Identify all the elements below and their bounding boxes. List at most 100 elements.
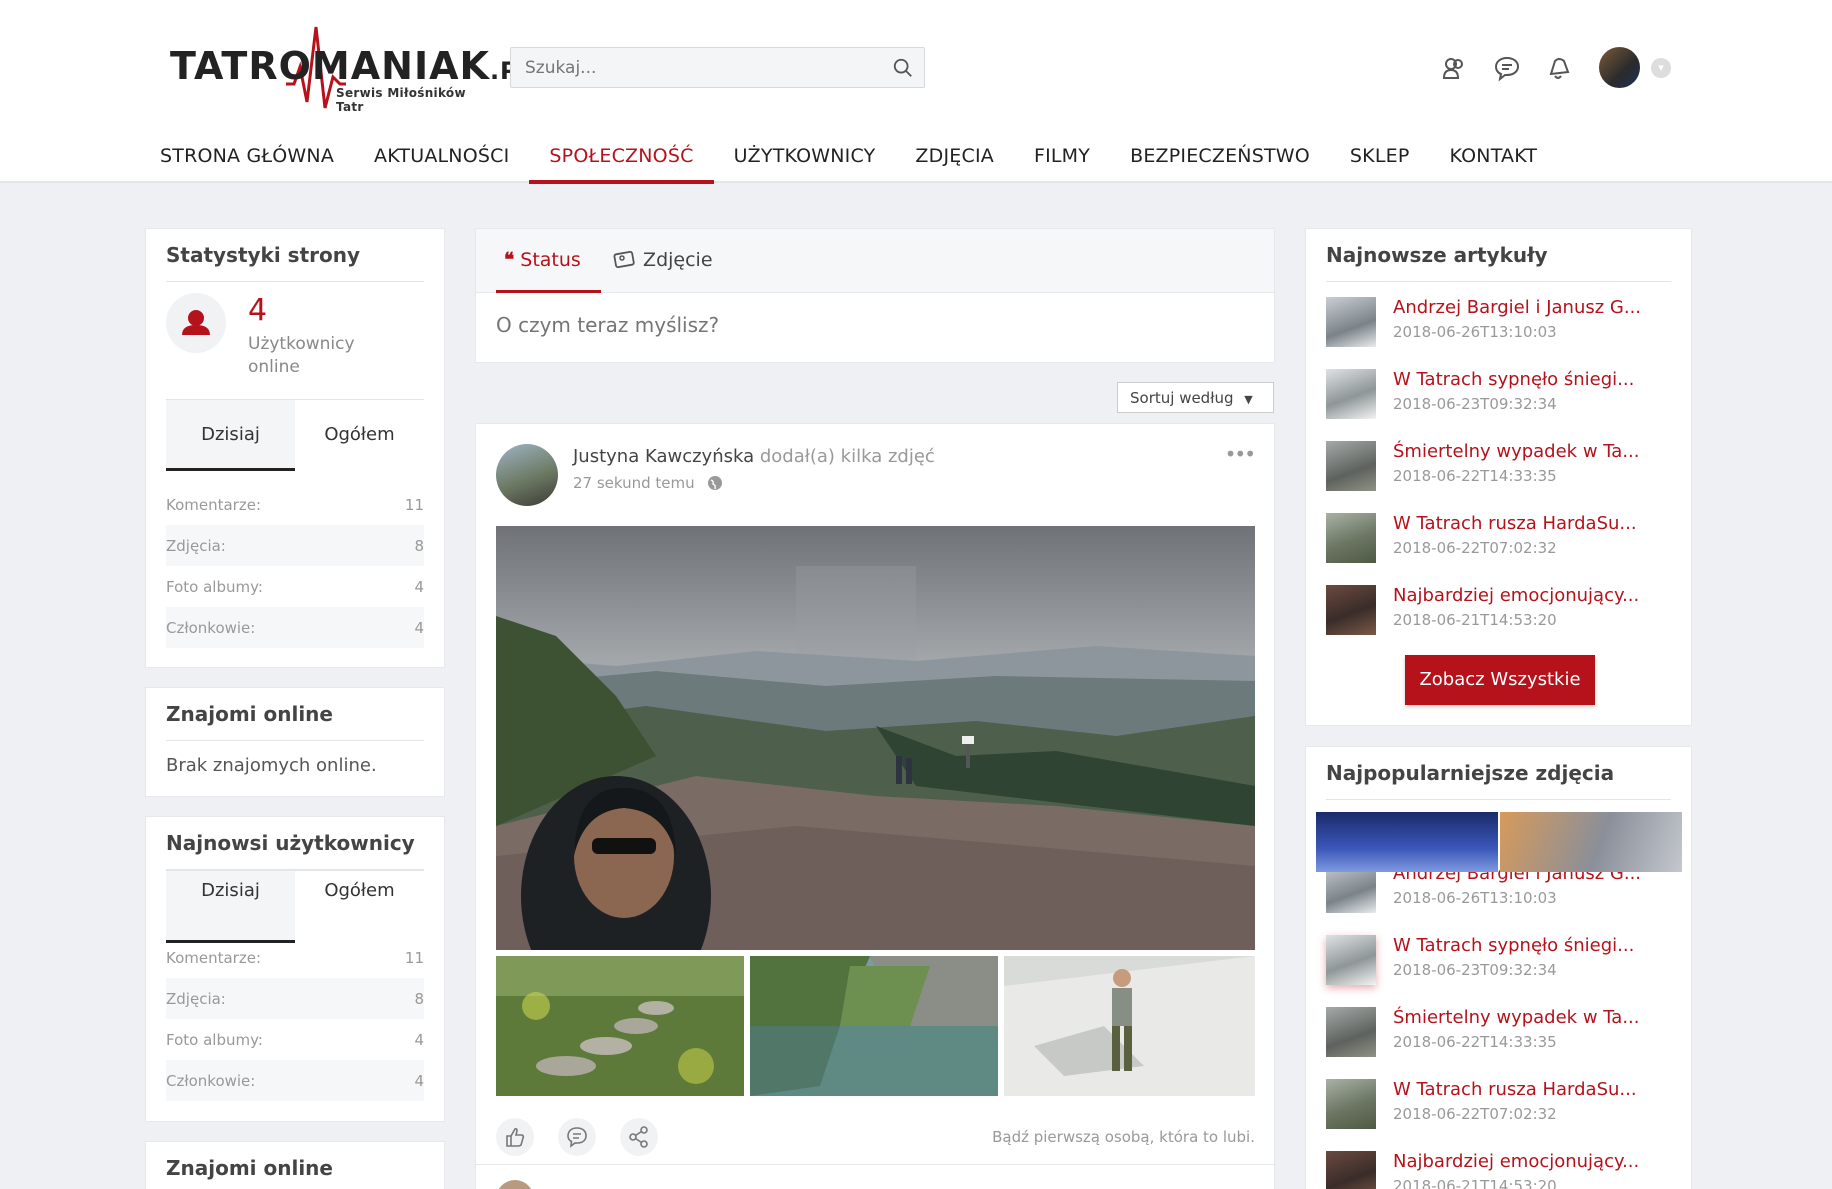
article-thumbnail[interactable]: [1326, 369, 1376, 419]
quote-icon: ❝: [504, 249, 515, 271]
card-title: Najnowsze artykuły: [1306, 229, 1691, 282]
photo-title[interactable]: Śmiertelny wypadek w Ta...: [1393, 1007, 1639, 1028]
stat-row: Zdjęcia: 8: [166, 978, 424, 1019]
mountain-landscape-photo: [496, 526, 1255, 950]
site-logo[interactable]: TATROMANIAK.PL Serwis Miłośników Tatr: [170, 22, 534, 114]
stat-row: Foto albumy: 4: [166, 1030, 424, 1049]
like-button[interactable]: [496, 1118, 534, 1156]
post-photo-main[interactable]: [496, 526, 1255, 950]
post-photo-thumb[interactable]: [496, 956, 744, 1096]
popular-photos-card: Najpopularniejsze zdjęcia Andrzej Bargie…: [1305, 746, 1692, 1189]
friends-icon[interactable]: [1440, 54, 1468, 82]
status-input[interactable]: [496, 313, 1256, 337]
nav-item-photos[interactable]: ZDJĘCIA: [895, 134, 1014, 184]
article-thumbnail[interactable]: [1326, 513, 1376, 563]
nav-item-contact[interactable]: KONTAKT: [1430, 134, 1558, 184]
nav-item-home[interactable]: STRONA GŁÓWNA: [140, 134, 354, 184]
stat-row: Zdjęcia: 8: [166, 525, 424, 566]
popular-photo-sunset-clouds[interactable]: [1500, 812, 1682, 872]
newest-users-card: Najnowsi użytkownicy Dzisiaj Ogółem Kome…: [145, 816, 445, 1122]
stat-row: Komentarze: 11: [166, 495, 424, 514]
notifications-icon[interactable]: [1545, 54, 1573, 82]
nav-item-news[interactable]: AKTUALNOŚCI: [354, 134, 529, 184]
share-button[interactable]: [620, 1118, 658, 1156]
likes-summary: Bądź pierwszą osobą, która to lubi.: [992, 1128, 1255, 1146]
comment-icon: [567, 1127, 587, 1148]
next-post-avatar[interactable]: [496, 1180, 534, 1189]
friends-online-empty: Brak znajomych online.: [166, 755, 377, 776]
search-icon[interactable]: [892, 57, 914, 79]
nav-item-community[interactable]: SPOŁECZNOŚĆ: [529, 134, 714, 184]
nav-item-shop[interactable]: SKLEP: [1330, 134, 1430, 184]
card-title: Znajomi online: [166, 1156, 333, 1180]
photo-icon: [613, 250, 635, 269]
post-author-avatar[interactable]: [496, 444, 558, 506]
composer-tabs: ❝ Status Zdjęcie: [476, 229, 1274, 293]
article-title[interactable]: Śmiertelny wypadek w Ta...: [1393, 441, 1639, 462]
logo-wordmark: TATROMANIAK.PL: [170, 44, 534, 88]
newest-users-list: Komentarze: 11 Zdjęcia: 8 Foto albumy: 4 Cz…: [166, 937, 424, 1101]
article-title[interactable]: W Tatrach sypnęło śniegi...: [1393, 369, 1634, 390]
logo-tagline: Serwis Miłośników Tatr: [336, 86, 466, 114]
photo-date: 2018-06-23T09:32:34: [1393, 961, 1557, 979]
article-date: 2018-06-22T07:02:32: [1393, 539, 1557, 557]
article-thumbnail[interactable]: [1326, 441, 1376, 491]
card-title: Najpopularniejsze zdjęcia: [1306, 747, 1691, 800]
post-timestamp[interactable]: 27 sekund temu: [573, 474, 695, 492]
photo-title[interactable]: Najbardziej emocjonujący...: [1393, 1151, 1639, 1172]
online-count: 4: [248, 293, 268, 328]
tab-overall[interactable]: Ogółem: [295, 400, 424, 471]
globe-icon: [708, 476, 723, 490]
article-thumbnail[interactable]: [1326, 585, 1376, 635]
card-title: Najnowsi użytkownicy: [146, 817, 444, 870]
newest-users-tabs: Dzisiaj Ogółem: [166, 870, 424, 943]
see-all-button[interactable]: Zobacz Wszystkie: [1405, 655, 1595, 705]
chevron-down-icon[interactable]: ▾: [1651, 58, 1671, 78]
photo-title[interactable]: W Tatrach sypnęło śniegi...: [1393, 935, 1634, 956]
post-photo-thumb[interactable]: [1004, 956, 1255, 1096]
mountain-lake-photo: [750, 956, 998, 1096]
online-label: Użytkownicy online: [248, 334, 355, 377]
post-photo-thumb[interactable]: [750, 956, 998, 1096]
article-title[interactable]: W Tatrach rusza HardaSu...: [1393, 513, 1637, 534]
photo-thumbnail[interactable]: [1326, 935, 1376, 985]
tab-today[interactable]: Dzisiaj: [166, 400, 295, 471]
search-input[interactable]: [511, 48, 871, 87]
article-thumbnail[interactable]: [1326, 297, 1376, 347]
tab-today[interactable]: Dzisiaj: [166, 871, 295, 943]
tab-status[interactable]: ❝ Status: [496, 229, 601, 293]
article-title[interactable]: Najbardziej emocjonujący...: [1393, 585, 1639, 606]
user-avatar[interactable]: [1599, 47, 1640, 88]
card-title: Statystyki strony: [146, 229, 444, 282]
comment-button[interactable]: [558, 1118, 596, 1156]
photo-thumbnail[interactable]: [1326, 1151, 1376, 1189]
stats-tabs: Dzisiaj Ogółem: [166, 399, 424, 471]
messages-icon[interactable]: [1493, 54, 1521, 82]
photo-date: 2018-06-22T07:02:32: [1393, 1105, 1557, 1123]
friends-online-card: Znajomi online Brak znajomych online.: [145, 687, 445, 797]
share-icon: [629, 1126, 648, 1148]
divider: [476, 1164, 1276, 1165]
stat-row: Członkowie: 4: [166, 1060, 424, 1101]
feed-post: Justyna Kawczyńska dodał(a) kilka zdjęć …: [475, 423, 1276, 1189]
photo-thumbnail[interactable]: [1326, 1007, 1376, 1057]
nav-item-users[interactable]: UŻYTKOWNICY: [714, 134, 896, 184]
photo-thumbnail[interactable]: [1326, 1079, 1376, 1129]
popular-photo-night-mountains[interactable]: [1316, 812, 1498, 872]
article-date: 2018-06-22T14:33:35: [1393, 467, 1557, 485]
article-date: 2018-06-21T14:53:20: [1393, 611, 1557, 629]
article-title[interactable]: Andrzej Bargiel i Janusz G...: [1393, 297, 1641, 318]
stone-path-photo: [496, 956, 744, 1096]
more-options-icon[interactable]: •••: [1225, 442, 1256, 466]
nav-item-safety[interactable]: BEZPIECZEŃSTWO: [1110, 134, 1330, 184]
tab-photo[interactable]: Zdjęcie: [613, 229, 713, 293]
stats-list: Komentarze: 11 Zdjęcia: 8 Foto albumy: 4 Cz…: [166, 484, 424, 648]
post-author-name[interactable]: Justyna Kawczyńska: [573, 446, 754, 467]
nav-item-videos[interactable]: FILMY: [1014, 134, 1110, 184]
card-title: Znajomi online: [146, 688, 444, 741]
tab-overall[interactable]: Ogółem: [295, 871, 424, 942]
post-action: dodał(a) kilka zdjęć: [759, 446, 935, 467]
search-box: [510, 47, 925, 88]
photo-title[interactable]: W Tatrach rusza HardaSu...: [1393, 1079, 1637, 1100]
sort-dropdown[interactable]: Sortuj według ▼: [1117, 382, 1274, 413]
